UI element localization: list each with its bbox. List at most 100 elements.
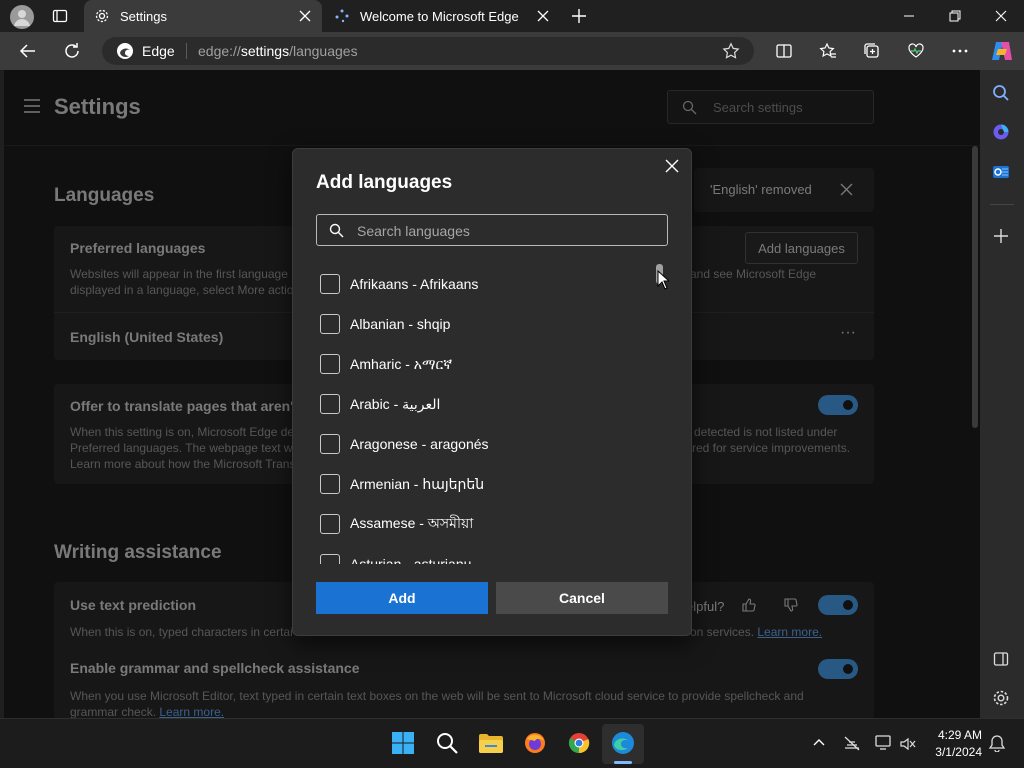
- firefox-icon: [525, 733, 545, 753]
- chrome-icon: [568, 733, 590, 754]
- language-option[interactable]: Armenian - հայերեն: [316, 473, 484, 495]
- edge-taskbar-button[interactable]: [607, 727, 639, 759]
- file-explorer-button[interactable]: [475, 727, 507, 759]
- language-label: Armenian - հայերեն: [350, 475, 485, 492]
- sidebar-divider: [990, 204, 1014, 205]
- tab-actions-icon: [52, 9, 68, 23]
- refresh-button[interactable]: [56, 35, 88, 67]
- language-search-input[interactable]: [357, 221, 657, 241]
- windows-logo-icon: [392, 732, 414, 754]
- copilot-icon: [992, 42, 1012, 60]
- language-checkbox[interactable]: [320, 314, 340, 334]
- url-text: edge://settings/languages: [198, 43, 358, 59]
- language-checkbox[interactable]: [320, 354, 340, 374]
- restore-button[interactable]: [932, 0, 978, 32]
- hide-sidebar-icon[interactable]: [993, 651, 1009, 667]
- close-tab-icon[interactable]: [298, 9, 312, 23]
- heart-pulse-icon: [908, 43, 924, 58]
- language-label: Aragonese - aragonés: [350, 436, 489, 452]
- add-button[interactable]: Add: [316, 582, 488, 614]
- outlook-icon[interactable]: [992, 163, 1010, 181]
- language-option[interactable]: Assamese - অসমীয়া: [316, 513, 473, 535]
- add-sidebar-app-icon[interactable]: [994, 229, 1008, 243]
- language-checkbox[interactable]: [320, 514, 340, 534]
- address-bar[interactable]: Edge edge://settings/languages: [102, 37, 754, 65]
- language-label: Asturian - asturianu: [350, 556, 472, 564]
- search-icon: [437, 733, 458, 754]
- split-screen-icon: [776, 44, 792, 58]
- tab-label: Settings: [120, 8, 167, 24]
- language-checkbox[interactable]: [320, 434, 340, 454]
- loading-icon: [335, 9, 349, 23]
- restore-icon: [949, 10, 961, 22]
- browser-essentials-button[interactable]: [900, 35, 932, 67]
- address-divider: [186, 43, 187, 59]
- language-option[interactable]: Albanian - shqip: [316, 313, 450, 335]
- active-app-indicator: [614, 761, 632, 764]
- language-option[interactable]: Afrikaans - Afrikaans: [316, 273, 478, 295]
- more-menu-button[interactable]: [944, 35, 976, 67]
- dialog-title: Add languages: [316, 172, 453, 193]
- language-option[interactable]: Aragonese - aragonés: [316, 433, 489, 455]
- tab-settings[interactable]: Settings: [84, 0, 322, 32]
- copilot-button[interactable]: [986, 35, 1018, 67]
- profile-avatar[interactable]: [10, 5, 34, 29]
- collections-button[interactable]: [856, 35, 888, 67]
- language-option[interactable]: Amharic - አማርኛ: [316, 353, 452, 375]
- language-checkbox[interactable]: [320, 274, 340, 294]
- search-icon: [329, 223, 344, 238]
- language-label: Assamese - অসমীয়া: [350, 515, 474, 531]
- split-screen-button[interactable]: [768, 35, 800, 67]
- close-icon: [995, 10, 1007, 22]
- close-tab-icon[interactable]: [536, 9, 550, 23]
- clock-time[interactable]: 4:29 AM: [930, 728, 982, 742]
- minimize-button[interactable]: [886, 0, 932, 32]
- taskbar-search-button[interactable]: [431, 727, 463, 759]
- edge-logo-icon: [612, 732, 634, 754]
- edge-logo-icon: [117, 43, 133, 59]
- close-dialog-icon[interactable]: [665, 159, 679, 173]
- language-label: Afrikaans - Afrikaans: [350, 276, 479, 292]
- chevron-up-icon[interactable]: [813, 737, 825, 749]
- firefox-button[interactable]: [519, 727, 551, 759]
- favorite-star-icon[interactable]: [722, 42, 740, 60]
- language-search-field[interactable]: [316, 214, 668, 246]
- favorites-button[interactable]: [812, 35, 844, 67]
- ellipsis-icon: [952, 49, 968, 53]
- mouse-cursor-icon: [657, 270, 669, 290]
- language-label: Albanian - shqip: [350, 316, 451, 332]
- tab-label: Welcome to Microsoft Edge: [360, 8, 519, 24]
- refresh-icon: [65, 43, 79, 58]
- notification-bell-icon[interactable]: [989, 735, 1005, 752]
- folder-icon: [479, 734, 503, 753]
- close-window-button[interactable]: [978, 0, 1024, 32]
- network-disconnected-icon[interactable]: [843, 735, 861, 751]
- back-arrow-icon: [19, 44, 35, 58]
- sidebar-settings-icon[interactable]: [992, 689, 1010, 707]
- language-label: Arabic - العربية: [350, 395, 441, 412]
- language-checkbox[interactable]: [320, 474, 340, 494]
- taskbar: [0, 718, 1024, 768]
- favorites-icon: [819, 42, 836, 58]
- language-option[interactable]: Arabic - العربية: [316, 393, 440, 415]
- new-tab-button[interactable]: [563, 0, 595, 32]
- volume-muted-icon[interactable]: [900, 737, 916, 751]
- start-button[interactable]: [387, 727, 419, 759]
- gear-icon: [95, 9, 109, 23]
- cancel-button[interactable]: Cancel: [496, 582, 668, 614]
- language-label: Amharic - አማርኛ: [350, 355, 453, 372]
- chrome-button[interactable]: [563, 727, 595, 759]
- plus-icon: [572, 9, 586, 23]
- search-icon[interactable]: [992, 84, 1010, 102]
- language-option[interactable]: Asturian - asturianu: [316, 553, 471, 564]
- minimize-icon: [904, 15, 914, 17]
- copilot-sidebar-icon[interactable]: [992, 123, 1010, 141]
- language-checkbox[interactable]: [320, 394, 340, 414]
- back-button[interactable]: [12, 35, 44, 67]
- collections-icon: [864, 43, 879, 58]
- tab-actions-button[interactable]: [44, 0, 76, 32]
- tab-welcome[interactable]: Welcome to Microsoft Edge: [324, 0, 560, 32]
- clock-date[interactable]: 3/1/2024: [930, 745, 982, 759]
- display-icon[interactable]: [875, 735, 893, 751]
- language-checkbox[interactable]: [320, 554, 340, 564]
